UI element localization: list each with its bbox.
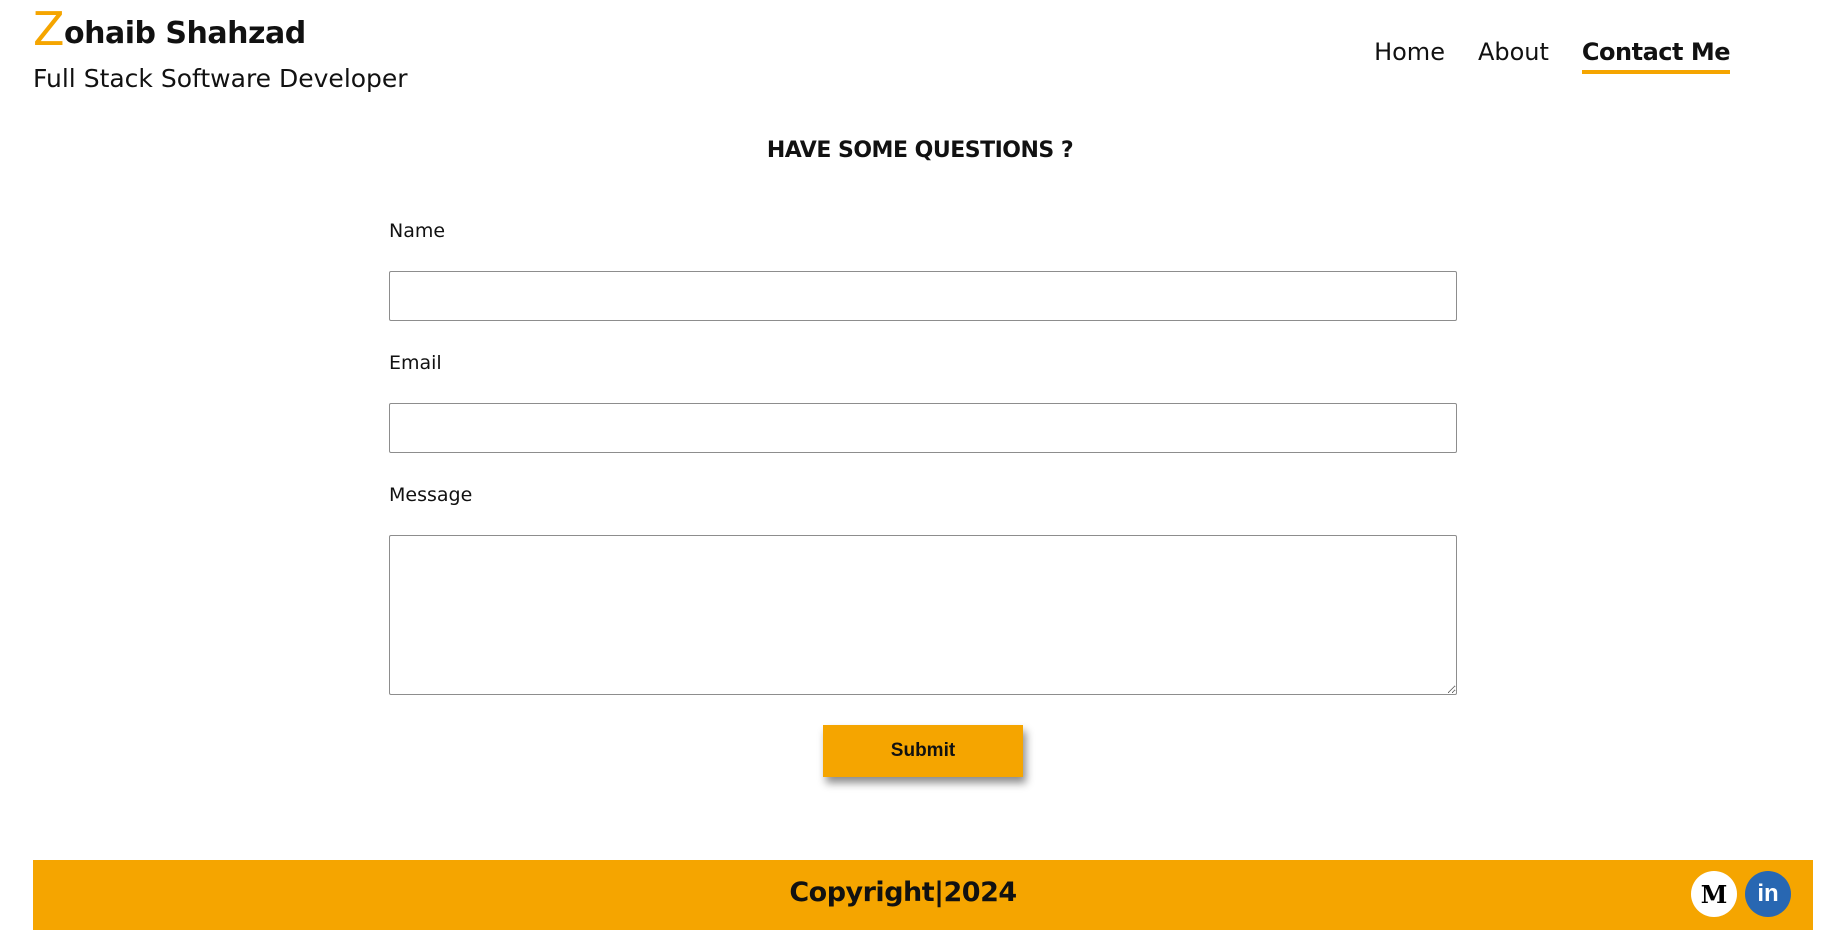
nav-contact-link[interactable]: Contact Me (1581, 38, 1731, 74)
brand-name: Zohaib Shahzad (33, 6, 408, 52)
brand[interactable]: Zohaib Shahzad Full Stack Software Devel… (33, 6, 408, 93)
submit-wrapper: Submit (389, 725, 1457, 777)
name-label: Name (389, 220, 446, 242)
social-links: M in (1691, 871, 1791, 917)
brand-name-rest: ohaib Shahzad (64, 16, 306, 51)
contact-form: Name Email Message Submit (389, 220, 1457, 777)
linkedin-icon[interactable]: in (1745, 871, 1791, 917)
email-input[interactable] (389, 403, 1457, 453)
brand-tagline: Full Stack Software Developer (33, 64, 408, 93)
main-nav: Home About Contact Me (1374, 38, 1731, 74)
site-header: Zohaib Shahzad Full Stack Software Devel… (0, 0, 1840, 110)
copyright-text: Copyright|2024 (789, 877, 1017, 908)
medium-icon[interactable]: M (1691, 871, 1737, 917)
submit-button[interactable]: Submit (823, 725, 1023, 777)
name-input[interactable] (389, 271, 1457, 321)
message-textarea[interactable] (389, 535, 1457, 695)
email-label: Email (389, 352, 442, 374)
nav-home-link[interactable]: Home (1374, 38, 1445, 74)
site-footer: Copyright|2024 M in (33, 860, 1813, 930)
brand-initial: Z (33, 2, 65, 56)
nav-about-link[interactable]: About (1478, 38, 1549, 74)
form-title: HAVE SOME QUESTIONS ? (766, 138, 1074, 163)
message-label: Message (389, 484, 473, 506)
contact-section: HAVE SOME QUESTIONS ? Name Email Message… (0, 110, 1840, 862)
